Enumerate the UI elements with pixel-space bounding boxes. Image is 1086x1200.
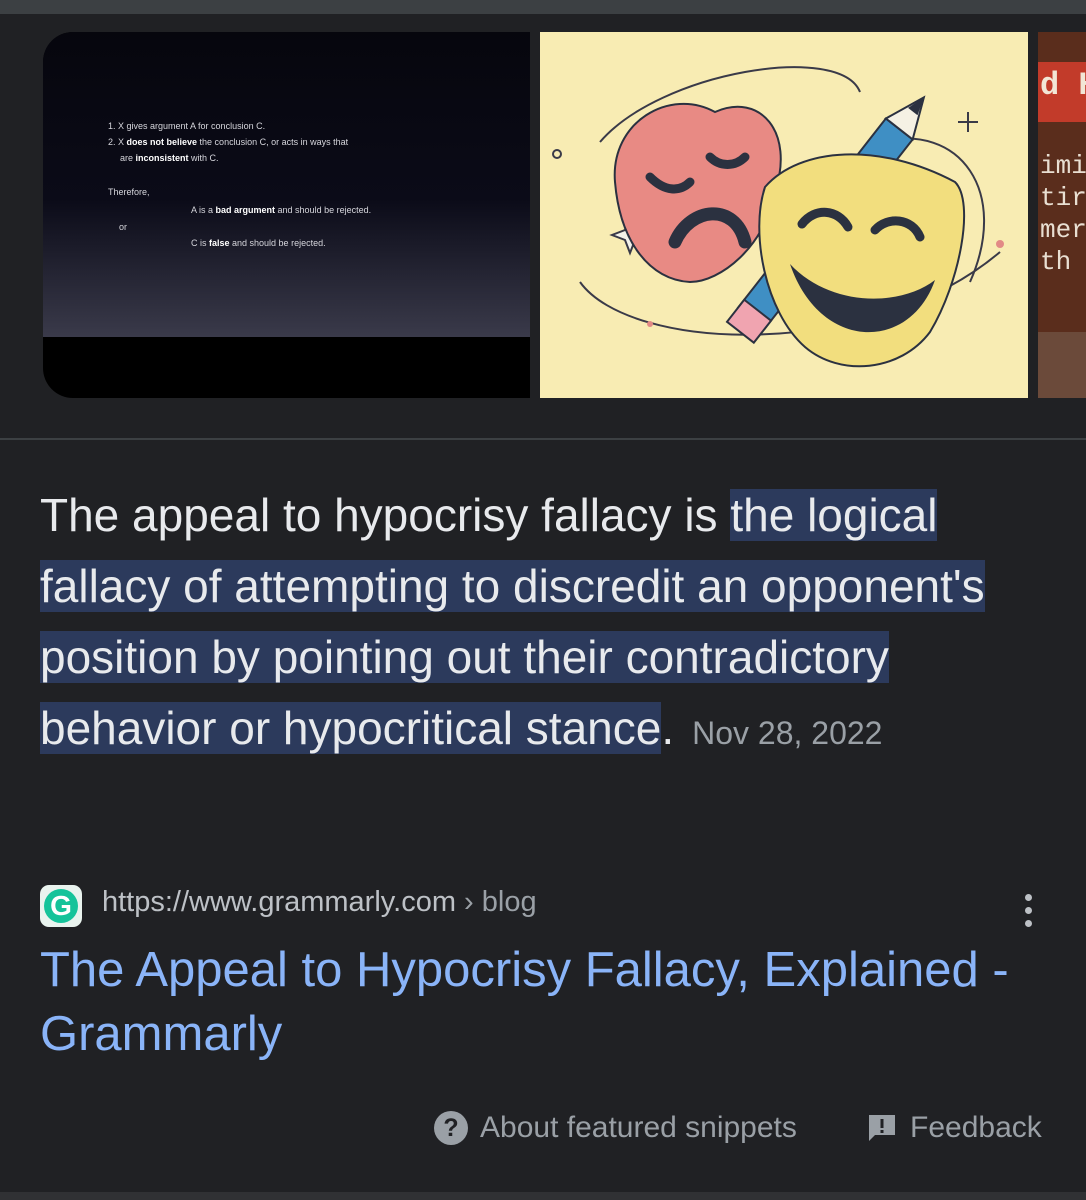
snippet-date: Nov 28, 2022 (692, 715, 883, 751)
slide-line: or (119, 222, 128, 232)
image-carousel[interactable]: 1. X gives argument A for conclusion C. … (43, 32, 1086, 398)
theater-masks-illustration (540, 32, 1028, 398)
slide-line: A is a bad argument and should be reject… (191, 205, 372, 215)
source-breadcrumb: › blog (455, 886, 537, 918)
menu-dot (1025, 894, 1032, 901)
more-vert-icon[interactable] (1016, 890, 1044, 930)
image-thumbnail-masks[interactable] (540, 32, 1028, 398)
thumbnail-letters: d H (1040, 67, 1086, 104)
slide-line: C is false and should be rejected. (191, 238, 326, 248)
snippet-period: . (661, 702, 675, 754)
question-circle-icon: ? (434, 1111, 468, 1146)
grammarly-logo-icon: G (44, 889, 78, 923)
source-domain: https://www.grammarly.com (102, 886, 456, 918)
section-divider (0, 438, 1086, 440)
image-thumbnail-partial[interactable]: d H imi tir mer th (1038, 32, 1086, 398)
slide-line: are inconsistent with C. (120, 153, 219, 163)
about-featured-snippets-link[interactable]: ? About featured snippets (434, 1110, 797, 1146)
slide-line: 2. X does not believe the conclusion C, … (108, 137, 349, 147)
menu-dot (1025, 907, 1032, 914)
top-strip (0, 0, 1086, 14)
feedback-label: Feedback (910, 1111, 1042, 1145)
thumbnail-photo (1038, 332, 1086, 398)
slide-image: 1. X gives argument A for conclusion C. … (43, 32, 530, 337)
about-label: About featured snippets (480, 1111, 797, 1145)
thumbnail-text-line: mer (1040, 215, 1086, 245)
result-title-link[interactable]: The Appeal to Hypocrisy Fallacy, Explain… (40, 938, 1050, 1066)
feedback-icon (869, 1115, 895, 1142)
thumbnail-text-line: th (1040, 247, 1072, 277)
snippet-lead-text: The appeal to hypocrisy fallacy is (40, 489, 731, 541)
thumbnail-text-line: imi (1040, 151, 1086, 181)
source-url[interactable]: https://www.grammarly.com › blog (102, 886, 537, 919)
slide-line: 1. X gives argument A for conclusion C. (108, 121, 266, 131)
thumbnail-text: imi tir mer th (1040, 150, 1086, 278)
slide-line: Therefore, (108, 187, 150, 197)
image-thumbnail-slide[interactable]: 1. X gives argument A for conclusion C. … (43, 32, 530, 398)
menu-dot (1025, 920, 1032, 927)
grammarly-favicon[interactable]: G (40, 885, 82, 927)
feedback-button[interactable]: Feedback (866, 1110, 1042, 1145)
thumbnail-text-line: tir (1040, 183, 1086, 213)
featured-snippet-text: The appeal to hypocrisy fallacy is the l… (40, 480, 1050, 769)
bottom-strip (0, 1192, 1086, 1200)
